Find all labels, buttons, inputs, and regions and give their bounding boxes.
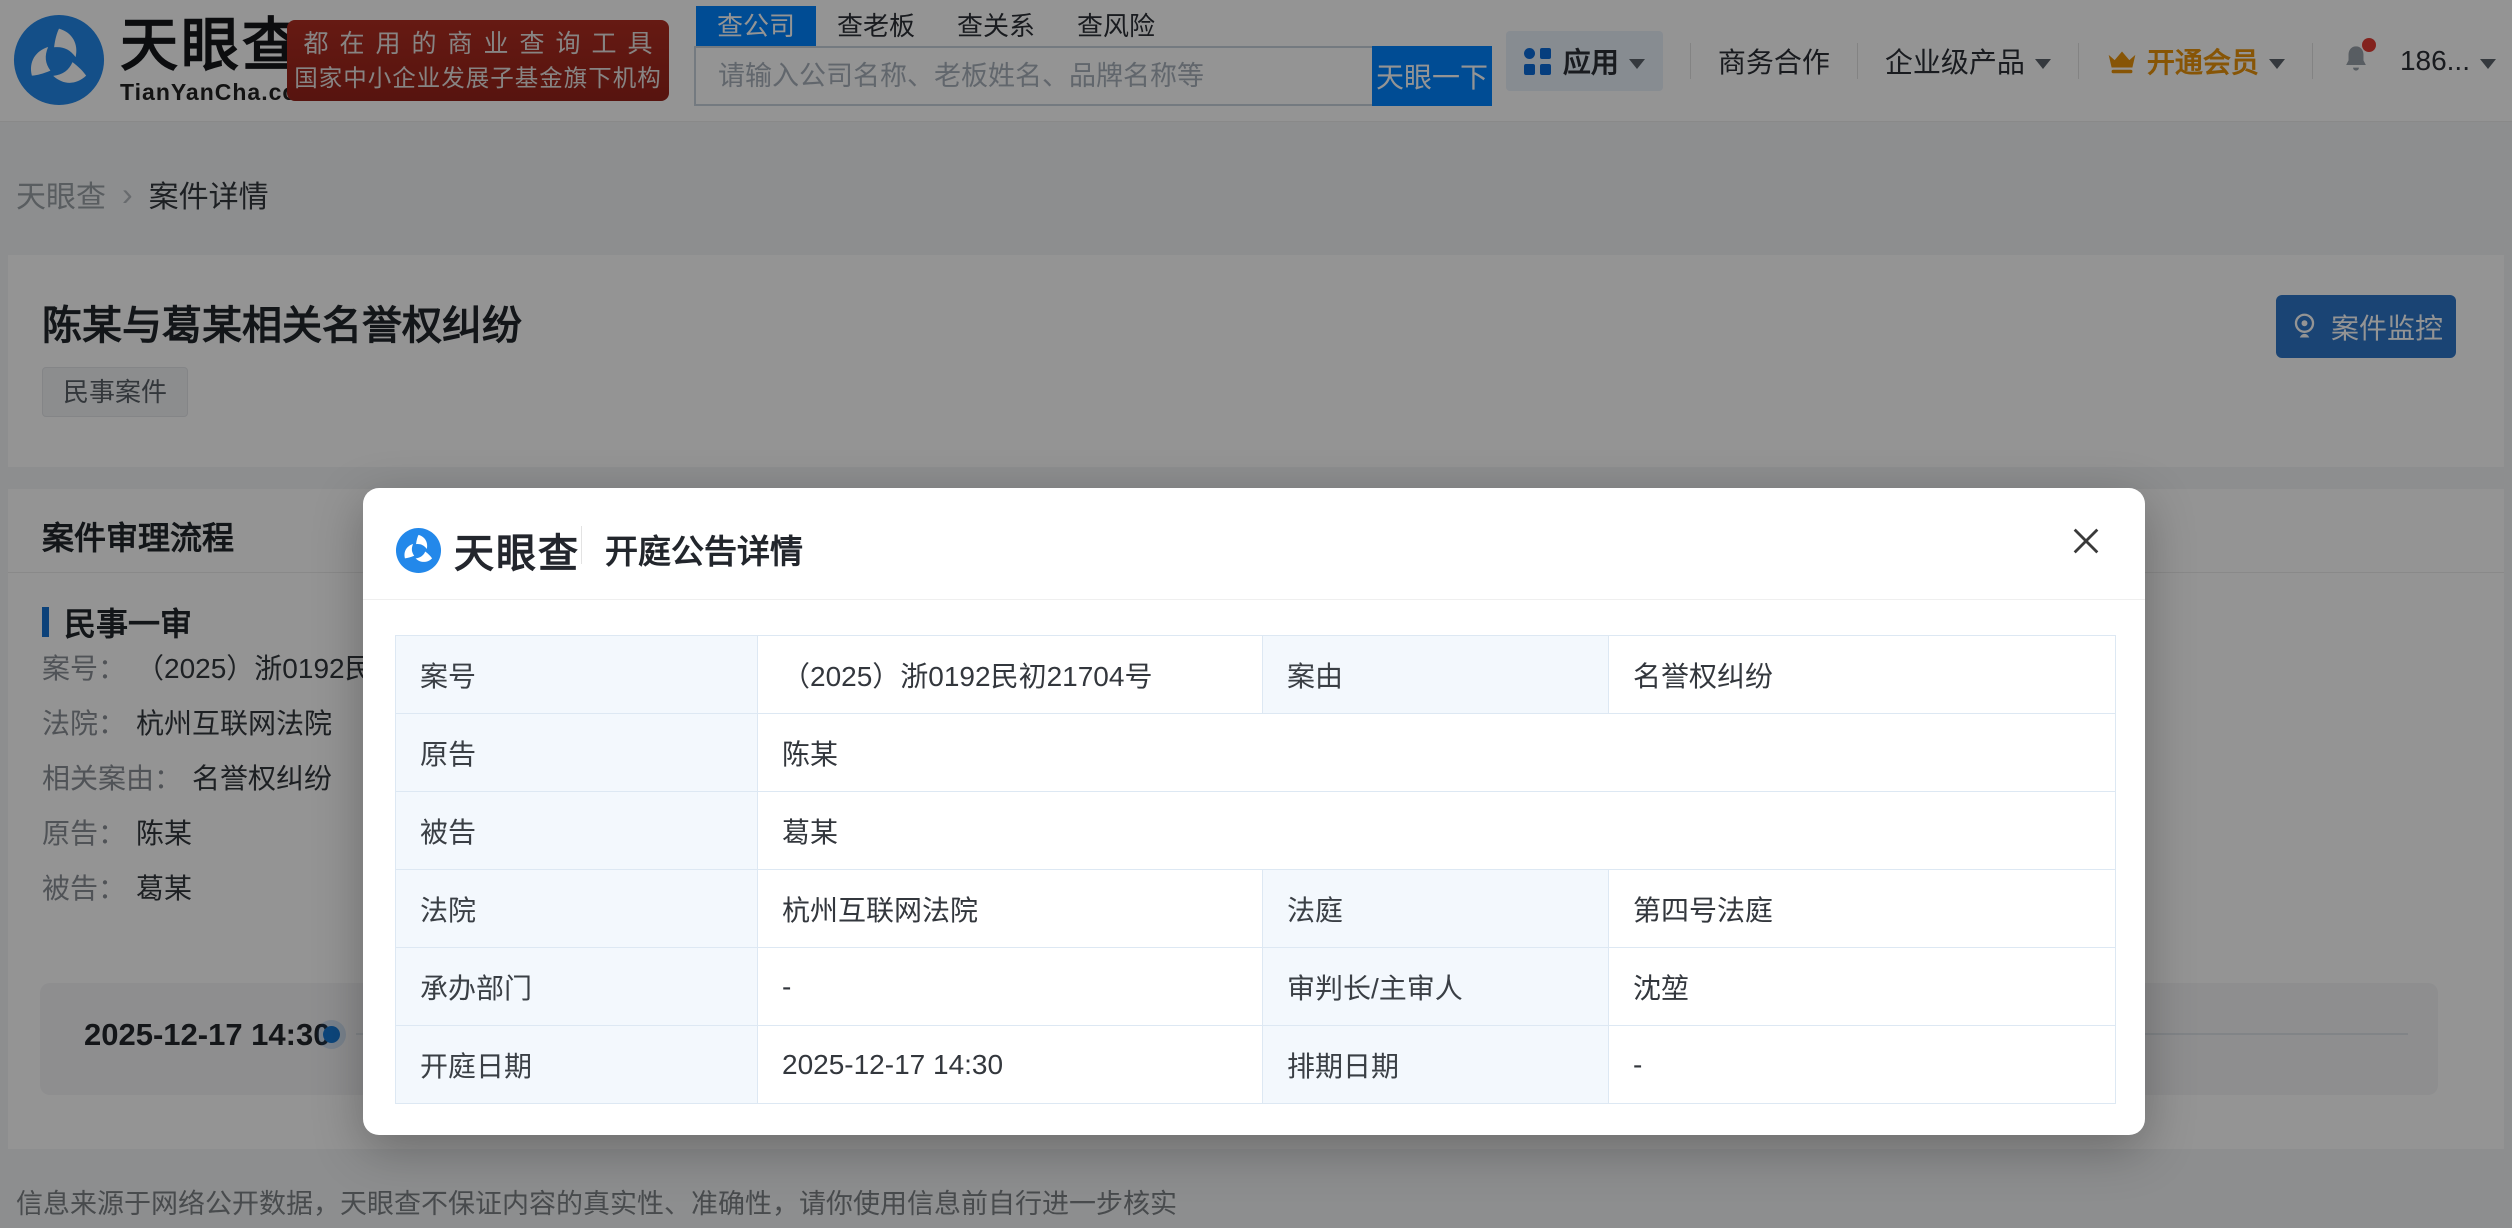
cell-label: 开庭日期 [396,1026,758,1104]
hearing-announcement-dialog: 天眼查 开庭公告详情 案号 （2025）浙0192民初21704号 案由 名誉权… [363,488,2145,1135]
table-row: 法院 杭州互联网法院 法庭 第四号法庭 [396,870,2116,948]
tianyancha-logo-icon [395,527,442,574]
cell-value: 2025-12-17 14:30 [758,1026,1263,1104]
modal-header: 天眼查 开庭公告详情 [363,488,2145,600]
cell-label: 承办部门 [396,948,758,1026]
cell-label: 法庭 [1263,870,1609,948]
cell-value: 沈堃 [1609,948,2116,1026]
page: 天眼查 TianYanCha.com 都在用的商业查询工具 国家中小企业发展子基… [0,0,2512,1228]
hearing-detail-table: 案号 （2025）浙0192民初21704号 案由 名誉权纠纷 原告 陈某 被告… [395,635,2116,1104]
cell-label: 排期日期 [1263,1026,1609,1104]
modal-logo-brand: 天眼查 [454,521,580,579]
cell-value: 葛某 [758,792,2116,870]
table-row: 承办部门 - 审判长/主审人 沈堃 [396,948,2116,1026]
cell-label: 案由 [1263,636,1609,714]
cell-label: 原告 [396,714,758,792]
cell-value: 杭州互联网法院 [758,870,1263,948]
cell-label: 案号 [396,636,758,714]
cell-label: 审判长/主审人 [1263,948,1609,1026]
cell-label: 被告 [396,792,758,870]
close-icon [2069,524,2103,558]
modal-logo: 天眼查 [395,521,580,579]
cell-value: - [1609,1026,2116,1104]
table-row: 原告 陈某 [396,714,2116,792]
close-button[interactable] [2063,518,2109,564]
cell-value: 名誉权纠纷 [1609,636,2116,714]
cell-label: 法院 [396,870,758,948]
table-row: 案号 （2025）浙0192民初21704号 案由 名誉权纠纷 [396,636,2116,714]
table-row: 被告 葛某 [396,792,2116,870]
divider [581,526,582,564]
cell-value: （2025）浙0192民初21704号 [758,636,1263,714]
cell-value: 第四号法庭 [1609,870,2116,948]
table-row: 开庭日期 2025-12-17 14:30 排期日期 - [396,1026,2116,1104]
modal-title: 开庭公告详情 [605,525,803,573]
cell-value: - [758,948,1263,1026]
cell-value: 陈某 [758,714,2116,792]
